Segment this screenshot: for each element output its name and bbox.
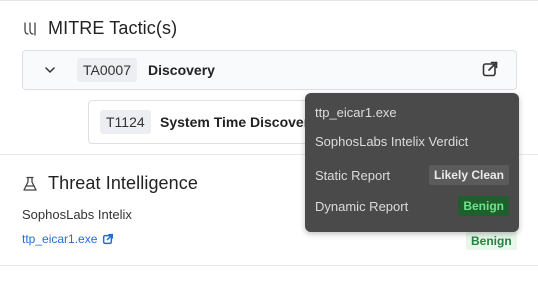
- verdict-badge[interactable]: Benign: [466, 232, 517, 250]
- dynamic-report-label: Dynamic Report: [315, 198, 409, 214]
- tactic-id-tag: TA0007: [77, 58, 137, 82]
- tooltip-file-name: ttp_eicar1.exe: [315, 105, 397, 120]
- static-report-badge: Likely Clean: [428, 165, 509, 185]
- top-divider: [0, 0, 538, 1]
- technique-id-tag: T1124: [100, 110, 151, 134]
- file-report-link[interactable]: ttp_eicar1.exe: [22, 232, 114, 246]
- static-report-label: Static Report: [315, 167, 391, 183]
- flask-icon: [22, 176, 38, 192]
- mitre-section-header: MITRE Tactic(s): [22, 18, 177, 39]
- tooltip-static-row: Static Report Likely Clean: [315, 165, 509, 185]
- threat-intel-title: Threat Intelligence: [48, 173, 198, 193]
- verdict-tooltip: ttp_eicar1.exe SophosLabs Intelix Verdic…: [305, 93, 519, 232]
- dynamic-report-badge: Benign: [458, 196, 509, 216]
- tactic-name: Discovery: [148, 62, 215, 78]
- tooltip-verdict-title: SophosLabs Intelix Verdict: [315, 134, 469, 149]
- technique-name: System Time Discovery: [160, 114, 317, 130]
- file-link-label[interactable]: ttp_eicar1.exe: [22, 232, 97, 246]
- threat-intel-section-header: Threat Intelligence: [22, 173, 198, 194]
- mitre-section-title: MITRE Tactic(s): [48, 18, 178, 38]
- external-link-icon[interactable]: [481, 60, 499, 78]
- section-divider: [0, 265, 538, 266]
- tactic-row[interactable]: TA0007 Discovery: [22, 50, 517, 90]
- chevron-down-icon[interactable]: [43, 63, 57, 77]
- mitre-tactic-icon: [22, 21, 38, 37]
- tooltip-dynamic-row: Dynamic Report Benign: [315, 196, 509, 216]
- intel-provider: SophosLabs Intelix: [22, 207, 132, 222]
- external-link-icon[interactable]: [102, 233, 114, 245]
